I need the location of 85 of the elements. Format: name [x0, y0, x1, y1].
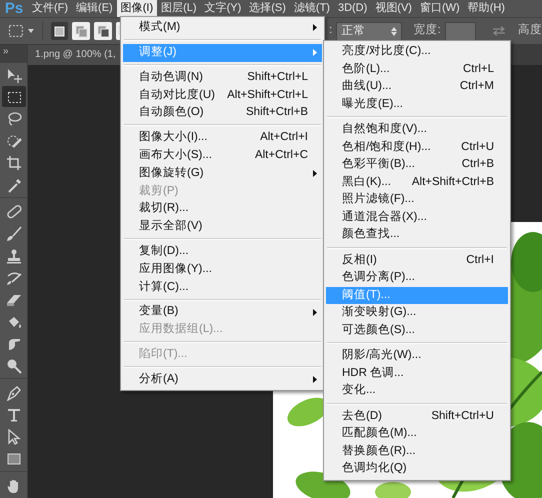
menu-item[interactable]: 应用图像(Y)...	[123, 260, 322, 278]
menu-item[interactable]: 曝光度(E)...	[326, 96, 508, 113]
squares-icon	[74, 24, 89, 38]
selection-mode-button[interactable]	[72, 22, 90, 40]
menu-item[interactable]: 自然饱和度(V)...	[326, 121, 508, 138]
marquee-icon[interactable]	[8, 23, 24, 39]
updown-arrows-icon	[390, 26, 397, 36]
rectangle-icon	[6, 450, 22, 466]
text-tool-icon	[6, 406, 22, 422]
menu-item[interactable]: 图像旋转(G)	[123, 164, 322, 182]
menu-item[interactable]: 色调均化(Q)	[326, 460, 508, 478]
selection-mode-button[interactable]	[94, 22, 112, 40]
style-select[interactable]: 正常	[336, 22, 402, 40]
menu-item[interactable]: 亮度/对比度(C)...	[326, 43, 508, 60]
menu-item[interactable]: 滤镜(T)	[290, 0, 334, 17]
magnifier-icon	[6, 358, 22, 374]
lasso-icon	[6, 110, 22, 126]
menu-item[interactable]: 视图(V)	[371, 0, 416, 17]
menu-item[interactable]: 色彩平衡(B)... Ctrl+B	[326, 156, 508, 174]
menu-item[interactable]: 色相/饱和度(H)... Ctrl+U	[326, 138, 508, 156]
brush-icon	[6, 226, 22, 242]
menu-item[interactable]: 裁切(R)...	[123, 200, 322, 218]
stamp-icon	[6, 248, 22, 264]
menu-item[interactable]: 匹配颜色(M)...	[326, 425, 508, 442]
menu-item[interactable]: 编辑(E)	[72, 0, 117, 17]
menu-item[interactable]: 照片滤镜(F)...	[326, 191, 508, 208]
menu-item[interactable]: 色阶(L)... Ctrl+L	[326, 60, 508, 78]
squares-icon	[52, 24, 68, 38]
submenu-arrow-icon	[313, 49, 317, 56]
menu-item[interactable]: 计算(C)...	[123, 278, 322, 296]
menu-item[interactable]: 帮助(H)	[464, 0, 509, 17]
menu-item[interactable]: 图层(L)	[157, 0, 201, 17]
style-label: :	[329, 23, 332, 38]
move-icon	[6, 66, 22, 82]
crop-icon	[6, 154, 22, 170]
collapse-toggle[interactable]: »	[0, 45, 27, 63]
menu-item[interactable]: 阴影/高光(W)...	[326, 347, 508, 364]
menu-item[interactable]: 自动颜色(O) Shift+Ctrl+B	[123, 104, 322, 122]
menu-item[interactable]: 变量(B)	[123, 303, 322, 321]
menu-item[interactable]: 文件(F)	[28, 0, 72, 17]
menu-item[interactable]: 3D(D)	[334, 0, 372, 17]
cursor-arrow-icon	[6, 428, 22, 444]
bandage-icon	[6, 204, 22, 220]
width-field[interactable]	[444, 22, 476, 40]
eyedropper-icon	[6, 176, 22, 192]
submenu-arrow-icon	[313, 376, 317, 383]
submenu-arrow-icon	[313, 308, 317, 316]
pen-icon	[6, 384, 22, 400]
selection-mode-button[interactable]	[50, 22, 68, 40]
menu-item[interactable]: 黑白(K)... Alt+Shift+Ctrl+B	[326, 174, 508, 191]
document-tab[interactable]: 1.png @ 100% (1,	[28, 45, 120, 65]
menu-item[interactable]: 图像(I)	[116, 0, 158, 17]
app-logo: Ps	[4, 0, 24, 17]
menu-item[interactable]: 曲线(U)... Ctrl+M	[326, 78, 508, 96]
menu-item[interactable]: 复制(D)...	[123, 242, 322, 261]
squares-icon	[96, 24, 111, 38]
menu-item[interactable]: HDR 色调...	[326, 364, 508, 382]
height-label: 高度	[518, 22, 542, 38]
caret-icon[interactable]	[28, 29, 34, 33]
menu-item[interactable]: 文字(Y)	[200, 0, 246, 17]
menu-item[interactable]: 模式(M)	[123, 19, 322, 37]
menu-item[interactable]: 颜色查找...	[326, 226, 508, 244]
menu-item[interactable]: 自动对比度(U) Alt+Shift+Ctrl+L	[123, 86, 322, 104]
submenu-arrow-icon	[313, 170, 317, 177]
menu-item[interactable]: 去色(D) Shift+Ctrl+U	[326, 408, 508, 425]
menu-item[interactable]: 显示全部(V)	[123, 218, 322, 236]
menu-item[interactable]: 画布大小(S)... Alt+Ctrl+C	[123, 146, 322, 165]
menu-item[interactable]: 窗口(W)	[416, 0, 464, 17]
menu-item[interactable]: 通道混合器(X)...	[326, 208, 508, 226]
submenu-arrow-icon	[313, 24, 317, 32]
menu-item[interactable]: 自动色调(N) Shift+Ctrl+L	[123, 68, 322, 86]
menu-item[interactable]: 可选颜色(S)...	[326, 322, 508, 339]
menu-item[interactable]: 变化...	[326, 382, 508, 400]
tool-button[interactable]	[2, 86, 26, 107]
menu-item[interactable]: 选择(S)	[245, 0, 290, 17]
width-label: 宽度:	[414, 22, 441, 38]
history-brush-icon	[6, 270, 22, 286]
menu-item[interactable]: 替换颜色(R)...	[326, 442, 508, 460]
select-value: 正常	[341, 24, 366, 38]
menu-item[interactable]: 图像大小(I)... Alt+Ctrl+I	[123, 128, 322, 147]
brush-selection-icon	[6, 132, 22, 148]
menu-item[interactable]: 渐变映射(G)...	[326, 304, 508, 322]
menu-item[interactable]: 分析(A)	[123, 370, 322, 388]
menu-item[interactable]: 色调分离(P)...	[326, 269, 508, 286]
menu-item[interactable]: 反相(I) Ctrl+I	[326, 252, 508, 269]
